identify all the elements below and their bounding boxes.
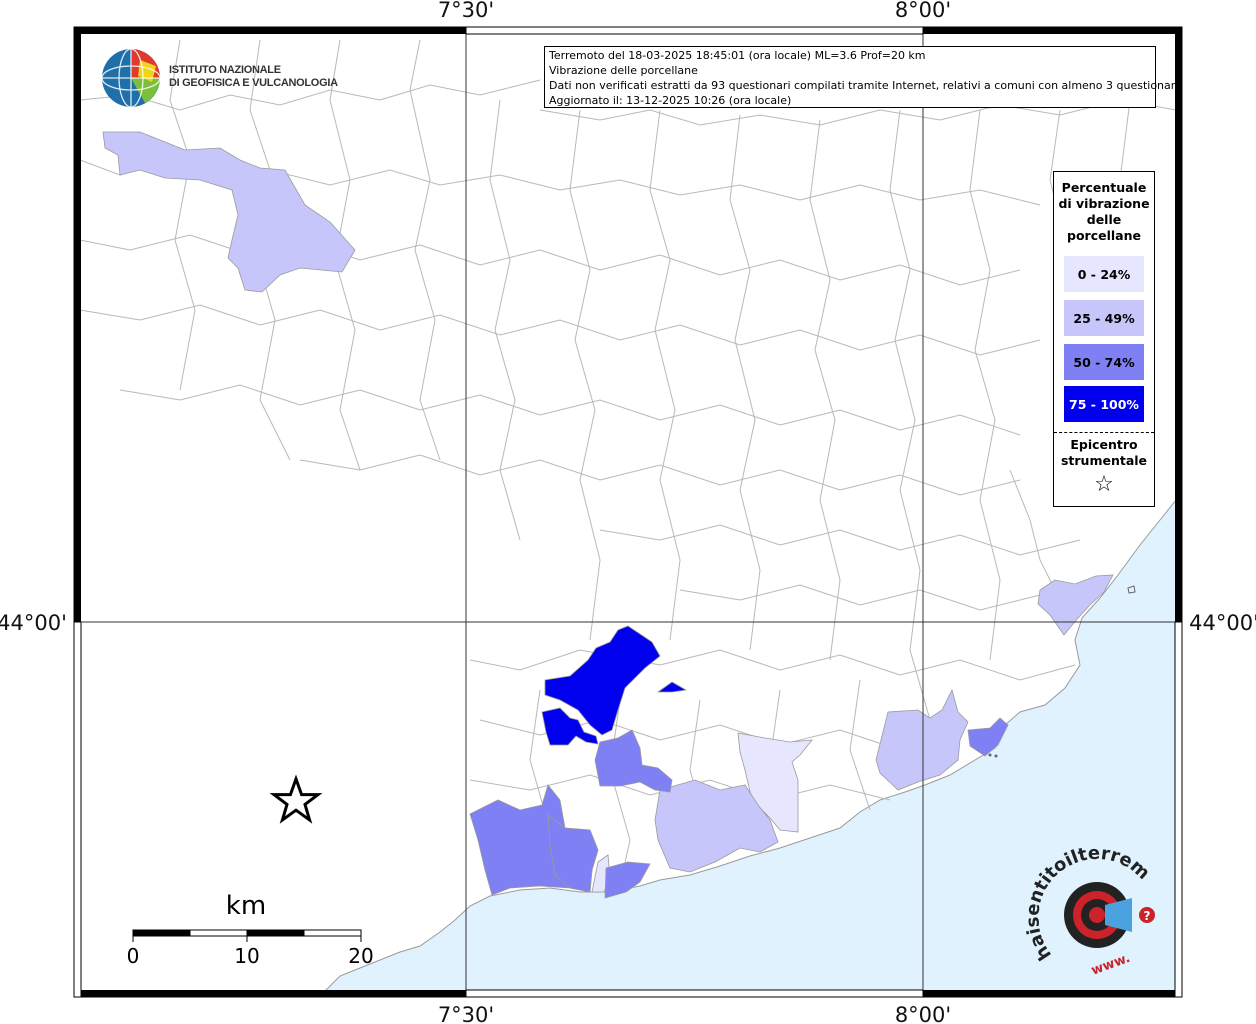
legend-title-line: Percentuale	[1061, 180, 1147, 195]
island-dot	[988, 753, 992, 757]
ingv-logo-line2: DI GEOFISICA E VULCANOLOGIA	[169, 77, 338, 89]
ingv-logo-text: ISTITUTO NAZIONALE DI GEOFISICA E VULCAN…	[169, 64, 338, 90]
coord-top-2: 8°00'	[895, 0, 951, 22]
info-line-topic: Vibrazione delle porcellane	[549, 64, 698, 77]
coord-top-1: 7°30'	[438, 0, 494, 22]
legend-epi-line: Epicentro	[1070, 437, 1138, 452]
coord-bottom-2: 8°00'	[895, 1003, 951, 1024]
legend-title: Percentuale di vibrazione delle porcella…	[1054, 180, 1154, 244]
info-line-event: Terremoto del 18-03-2025 18:45:01 (ora l…	[549, 49, 926, 62]
legend-item-50-74: 50 - 74%	[1064, 344, 1144, 380]
coord-bottom-1: 7°30'	[438, 1003, 494, 1024]
legend-item-25-49: 25 - 49%	[1064, 300, 1144, 336]
island-dot	[994, 754, 998, 758]
scale-tick-0: 0	[127, 944, 140, 968]
legend: Percentuale di vibrazione delle porcella…	[1053, 171, 1155, 507]
info-line-updated: Aggiornato il: 13-12-2025 10:26 (ora loc…	[549, 94, 792, 107]
event-info-box: Terremoto del 18-03-2025 18:45:01 (ora l…	[544, 46, 1182, 108]
legend-title-line: delle	[1086, 212, 1122, 227]
legend-item-75-100: 75 - 100%	[1064, 386, 1144, 422]
ingv-logo-icon	[101, 48, 161, 108]
legend-item-0-24: 0 - 24%	[1064, 256, 1144, 292]
legend-separator	[1054, 432, 1154, 433]
legend-epi-line: strumentale	[1060, 453, 1148, 468]
scale-unit: km	[226, 891, 266, 921]
scale-tick-10: 10	[234, 944, 259, 968]
legend-epicenter-label: Epicentro strumentale	[1054, 437, 1154, 469]
map: 7°30' 8°00' 7°30' 8°00' 44°00' 44°00' km…	[0, 0, 1256, 1024]
legend-title-line: di vibrazione	[1058, 196, 1150, 211]
legend-star-icon: ☆	[1094, 472, 1114, 497]
badge-question: ?	[1144, 909, 1151, 923]
legend-title-line: porcellane	[1067, 228, 1141, 243]
ingv-logo-line1: ISTITUTO NAZIONALE	[169, 64, 281, 76]
coord-right: 44°00'	[1189, 611, 1256, 635]
coord-left: 44°00'	[0, 611, 67, 635]
info-line-data: Dati non verificati estratti da 93 quest…	[549, 79, 1182, 92]
scale-tick-20: 20	[348, 944, 373, 968]
